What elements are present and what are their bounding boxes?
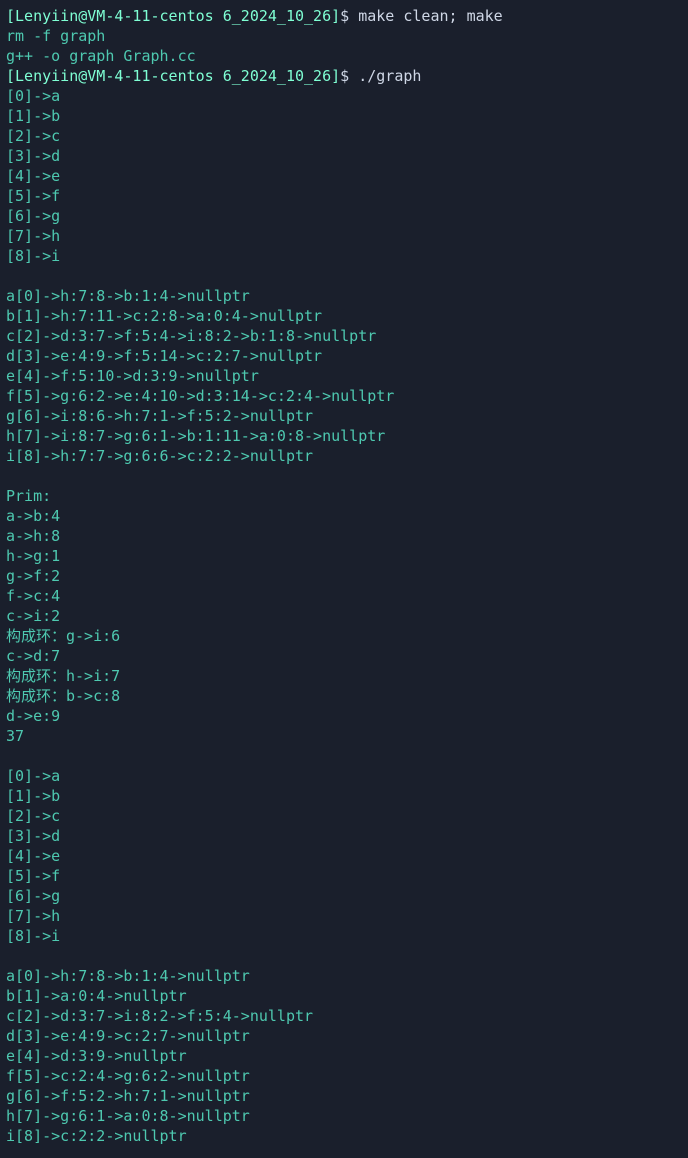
output-line: 构成环：b->c:8	[6, 687, 120, 705]
output-line: [7]->h	[6, 907, 60, 925]
output-line: d[3]->e:4:9->c:2:7->nullptr	[6, 1027, 250, 1045]
prompt-dollar: $	[340, 7, 349, 25]
output-line: a->b:4	[6, 507, 60, 525]
output-line: c->d:7	[6, 647, 60, 665]
prompt-dollar: $	[340, 67, 349, 85]
output-line: [2]->c	[6, 807, 60, 825]
output-line: Prim:	[6, 487, 51, 505]
output-line: 37	[6, 727, 24, 745]
output-line: [3]->d	[6, 827, 60, 845]
output-line: f->c:4	[6, 587, 60, 605]
output-line: f[5]->c:2:4->g:6:2->nullptr	[6, 1067, 250, 1085]
output-line: [0]->a	[6, 767, 60, 785]
output-line: 构成环：h->i:7	[6, 667, 120, 685]
output-line: a[0]->h:7:8->b:1:4->nullptr	[6, 287, 250, 305]
prompt-path: 6_2024_10_26]	[223, 67, 340, 85]
output-line: c[2]->d:3:7->f:5:4->i:8:2->b:1:8->nullpt…	[6, 327, 376, 345]
output-line: [1]->b	[6, 107, 60, 125]
output-line: [7]->h	[6, 227, 60, 245]
prompt-userhost: [Lenyiin@VM-4-11-centos	[6, 67, 214, 85]
prompt-path: 6_2024_10_26]	[223, 7, 340, 25]
output-line: [0]->a	[6, 87, 60, 105]
output-line: [4]->e	[6, 847, 60, 865]
output-line: f[5]->g:6:2->e:4:10->d:3:14->c:2:4->null…	[6, 387, 394, 405]
output-line: g++ -o graph Graph.cc	[6, 47, 196, 65]
output-line: h[7]->g:6:1->a:0:8->nullptr	[6, 1107, 250, 1125]
output-line: [2]->c	[6, 127, 60, 145]
output-line: [4]->e	[6, 167, 60, 185]
output-line: c[2]->d:3:7->i:8:2->f:5:4->nullptr	[6, 1007, 313, 1025]
output-line: [3]->d	[6, 147, 60, 165]
output-line: g->f:2	[6, 567, 60, 585]
output-line: g[6]->f:5:2->h:7:1->nullptr	[6, 1087, 250, 1105]
output-line: [5]->f	[6, 187, 60, 205]
output-line: [8]->i	[6, 927, 60, 945]
output-line: d[3]->e:4:9->f:5:14->c:2:7->nullptr	[6, 347, 322, 365]
command-text: make clean; make	[358, 7, 503, 25]
output-line: [8]->i	[6, 247, 60, 265]
output-line: 构成环：g->i:6	[6, 627, 120, 645]
terminal-output[interactable]: [Lenyiin@VM-4-11-centos 6_2024_10_26]$ m…	[0, 0, 688, 1152]
output-line: [5]->f	[6, 867, 60, 885]
output-line: c->i:2	[6, 607, 60, 625]
output-line: e[4]->f:5:10->d:3:9->nullptr	[6, 367, 259, 385]
output-line: a[0]->h:7:8->b:1:4->nullptr	[6, 967, 250, 985]
output-line: e[4]->d:3:9->nullptr	[6, 1047, 187, 1065]
output-line: b[1]->h:7:11->c:2:8->a:0:4->nullptr	[6, 307, 322, 325]
output-line: a->h:8	[6, 527, 60, 545]
prompt-userhost: [Lenyiin@VM-4-11-centos	[6, 7, 214, 25]
output-line: d->e:9	[6, 707, 60, 725]
output-line: i[8]->h:7:7->g:6:6->c:2:2->nullptr	[6, 447, 313, 465]
output-line: h->g:1	[6, 547, 60, 565]
output-line: [6]->g	[6, 207, 60, 225]
output-line: g[6]->i:8:6->h:7:1->f:5:2->nullptr	[6, 407, 313, 425]
output-line: h[7]->i:8:7->g:6:1->b:1:11->a:0:8->nullp…	[6, 427, 385, 445]
output-line: [6]->g	[6, 887, 60, 905]
output-line: b[1]->a:0:4->nullptr	[6, 987, 187, 1005]
output-line: rm -f graph	[6, 27, 105, 45]
output-line: i[8]->c:2:2->nullptr	[6, 1127, 187, 1145]
command-text: ./graph	[358, 67, 421, 85]
output-line: [1]->b	[6, 787, 60, 805]
